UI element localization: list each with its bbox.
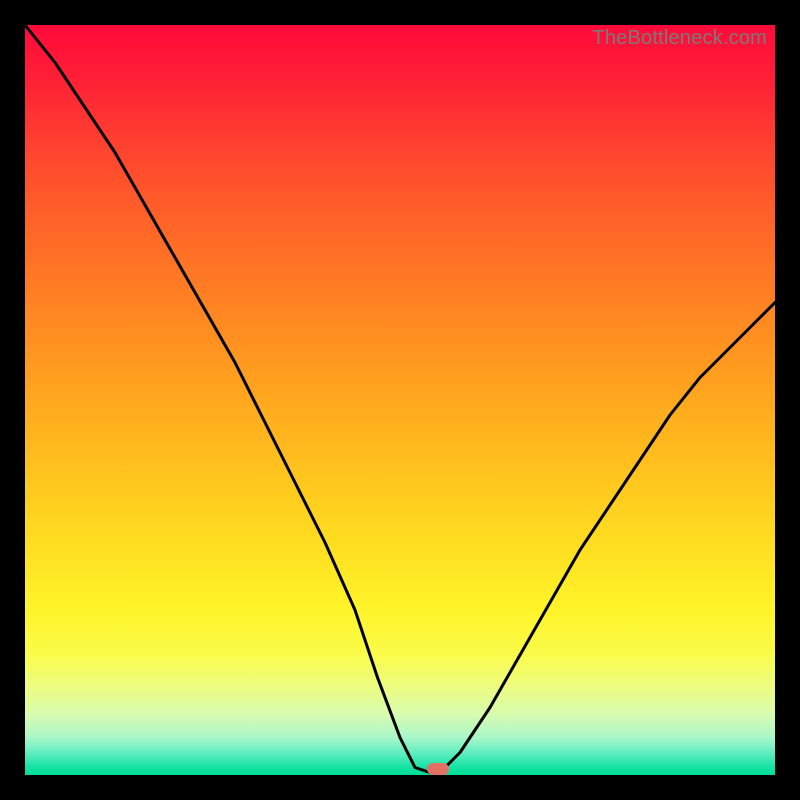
bottleneck-curve (25, 25, 775, 775)
curve-path (25, 25, 775, 775)
plot-area: TheBottleneck.com (25, 25, 775, 775)
chart-frame: TheBottleneck.com (0, 0, 800, 800)
optimal-marker (427, 763, 449, 775)
